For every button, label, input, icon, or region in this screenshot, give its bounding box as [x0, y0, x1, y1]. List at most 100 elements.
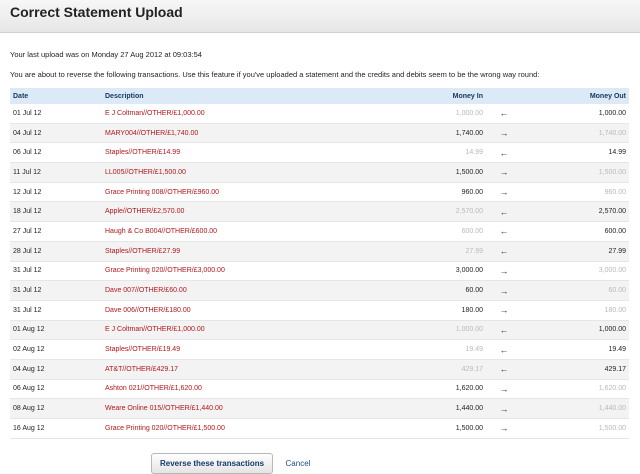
date-cell: 02 Aug 12 [10, 339, 102, 360]
description-cell: Grace Printing 008//OTHER/£960.00 [102, 182, 352, 203]
money-in-cell: 960.00 [352, 182, 486, 203]
date-cell: 04 Jul 12 [10, 123, 102, 144]
money-in-cell: 600.00 [352, 221, 486, 242]
direction-arrow-icon: ← [486, 359, 522, 380]
description-cell: Staples//OTHER/£27.99 [102, 241, 352, 262]
description-cell: Dave 006//OTHER/£180.00 [102, 300, 352, 321]
date-cell: 31 Jul 12 [10, 280, 102, 301]
description-cell: Staples//OTHER/£14.99 [102, 142, 352, 164]
money-in-cell: 180.00 [352, 300, 486, 321]
direction-arrow-icon: → [486, 418, 522, 439]
date-cell: 01 Jul 12 [10, 104, 102, 124]
money-in-cell: 1,740.00 [352, 123, 486, 144]
table-row: 27 Jul 12 Haugh & Co B004//OTHER/£600.00 6… [10, 221, 629, 242]
table-row: 18 Jul 12 Apple//OTHER/£2,570.00 2,570.00 ←… [10, 201, 629, 223]
direction-arrow-icon: → [486, 379, 522, 400]
money-in-cell: 1,500.00 [352, 418, 486, 439]
direction-arrow-icon: ← [486, 320, 522, 341]
description-cell: LL005//OTHER/£1,500.00 [102, 162, 352, 183]
window-title: Correct Statement Upload [10, 4, 183, 20]
reverse-transactions-button[interactable]: Reverse these transactions [151, 452, 274, 474]
direction-arrow-icon: ← [486, 241, 522, 262]
direction-arrow-icon: ← [486, 221, 522, 242]
direction-arrow-icon: ← [486, 339, 522, 360]
description-cell: Grace Printing 020//OTHER/£1,500.00 [102, 418, 352, 439]
header-arrow [486, 88, 522, 104]
date-cell: 11 Jul 12 [10, 162, 102, 183]
date-cell: 28 Jul 12 [10, 241, 102, 262]
description-cell: Weare Online 015//OTHER/£1,440.00 [102, 398, 352, 419]
header-money-out: Money Out [589, 92, 626, 100]
money-in-cell: 1,620.00 [352, 379, 486, 400]
header-money-in: Money In [452, 92, 483, 100]
header-date: Date [13, 92, 29, 100]
money-out-cell: 60.00 [522, 280, 629, 301]
table-row: 06 Aug 12 Ashton 021//OTHER/£1,620.00 1,62… [10, 379, 629, 400]
description-cell: Staples//OTHER/£19.49 [102, 339, 352, 360]
table-row: 04 Jul 12 MARY004//OTHER/£1,740.00 1,740.0… [10, 123, 629, 144]
date-cell: 12 Jul 12 [10, 182, 102, 203]
money-in-cell: 1,000.00 [352, 104, 486, 124]
money-out-cell: 27.99 [522, 241, 629, 262]
table-row: 31 Jul 12 Grace Printing 020//OTHER/£3,00… [10, 261, 629, 282]
transactions-body: 01 Jul 12 E J Coltman//OTHER/£1,000.00 1,0… [10, 104, 629, 439]
money-out-cell: 2,570.00 [522, 201, 629, 223]
money-out-cell: 1,500.00 [522, 162, 629, 183]
table-row: 16 Aug 12 Grace Printing 020//OTHER/£1,50… [10, 418, 629, 439]
action-bar: Reverse these transactions Cancel [10, 452, 630, 474]
description-cell: Grace Printing 020//OTHER/£3,000.00 [102, 261, 352, 282]
money-in-cell: 1,000.00 [352, 320, 486, 341]
direction-arrow-icon: → [486, 162, 522, 183]
description-cell: AT&T//OTHER/£429.17 [102, 359, 352, 380]
description-cell: Apple//OTHER/£2,570.00 [102, 201, 352, 223]
instructions-text: You are about to reverse the following t… [10, 70, 540, 79]
table-row: 06 Jul 12 Staples//OTHER/£14.99 14.99 ← 14.9… [10, 142, 629, 164]
description-cell: Ashton 021//OTHER/£1,620.00 [102, 379, 352, 400]
table-row: 11 Jul 12 LL005//OTHER/£1,500.00 1,500.00 →… [10, 162, 629, 183]
money-out-cell: 960.00 [522, 182, 629, 203]
money-in-cell: 14.99 [352, 142, 486, 164]
direction-arrow-icon: → [486, 280, 522, 301]
money-out-cell: 1,440.00 [522, 398, 629, 419]
direction-arrow-icon: → [486, 300, 522, 321]
date-cell: 31 Jul 12 [10, 300, 102, 321]
table-row: 01 Aug 12 E J Coltman//OTHER/£1,000.00 1,0… [10, 320, 629, 341]
direction-arrow-icon: → [486, 261, 522, 282]
table-row: 01 Jul 12 E J Coltman//OTHER/£1,000.00 1,0… [10, 104, 629, 124]
description-cell: MARY004//OTHER/£1,740.00 [102, 123, 352, 144]
main-content: Your last upload was on Monday 27 Aug 20… [0, 50, 640, 474]
money-out-cell: 1,000.00 [522, 320, 629, 341]
table-row: 28 Jul 12 Staples//OTHER/£27.99 27.99 ← 27.9… [10, 241, 629, 262]
last-upload-text: Your last upload was on Monday 27 Aug 20… [10, 50, 202, 59]
direction-arrow-icon: ← [486, 201, 522, 223]
direction-arrow-icon: → [486, 398, 522, 419]
direction-arrow-icon: → [486, 182, 522, 203]
date-cell: 04 Aug 12 [10, 359, 102, 380]
money-out-cell: 600.00 [522, 221, 629, 242]
money-out-cell: 1,620.00 [522, 379, 629, 400]
money-in-cell: 1,440.00 [352, 398, 486, 419]
table-row: 12 Jul 12 Grace Printing 008//OTHER/£960.… [10, 182, 629, 203]
description-cell: E J Coltman//OTHER/£1,000.00 [102, 320, 352, 341]
table-row: 02 Aug 12 Staples//OTHER/£19.49 19.49 ← 19.4… [10, 339, 629, 360]
table-row: 31 Jul 12 Dave 007//OTHER/£60.00 60.00 → 60.… [10, 280, 629, 301]
money-out-cell: 3,000.00 [522, 261, 629, 282]
direction-arrow-icon: ← [486, 142, 522, 164]
title-bar: Correct Statement Upload [0, 0, 640, 33]
money-in-cell: 27.99 [352, 241, 486, 262]
money-out-cell: 180.00 [522, 300, 629, 321]
date-cell: 16 Aug 12 [10, 418, 102, 439]
date-cell: 06 Jul 12 [10, 142, 102, 164]
money-out-cell: 1,740.00 [522, 123, 629, 144]
description-cell: Dave 007//OTHER/£60.00 [102, 280, 352, 301]
date-cell: 18 Jul 12 [10, 201, 102, 223]
money-in-cell: 1,500.00 [352, 162, 486, 183]
money-out-cell: 19.49 [522, 339, 629, 360]
money-in-cell: 60.00 [352, 280, 486, 301]
money-in-cell: 3,000.00 [352, 261, 486, 282]
date-cell: 06 Aug 12 [10, 379, 102, 400]
header-description: Description [105, 92, 144, 100]
transactions-table: Date Description Money In Money Out 01 J… [10, 88, 629, 439]
direction-arrow-icon: → [486, 123, 522, 144]
cancel-link[interactable]: Cancel [286, 459, 311, 468]
